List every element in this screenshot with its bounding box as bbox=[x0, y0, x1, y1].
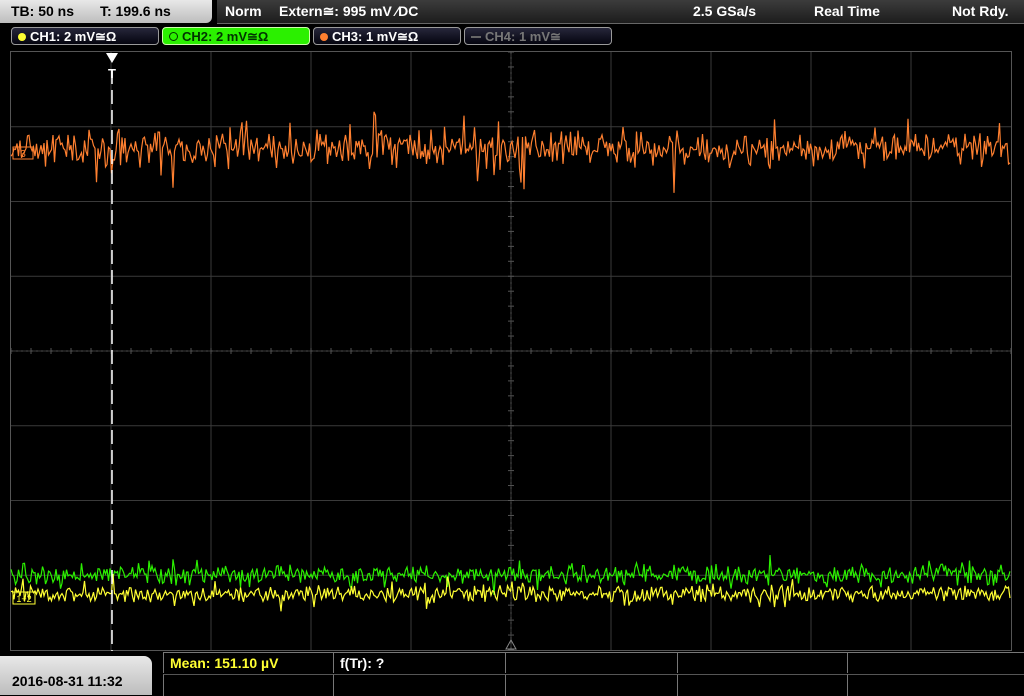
trigger-marker-label: T bbox=[108, 66, 116, 81]
channel-3-offset-label: 3 bbox=[20, 149, 26, 160]
graticule bbox=[10, 51, 1012, 651]
measurement-slot-10[interactable] bbox=[847, 674, 1024, 696]
measurement-slot-4[interactable] bbox=[677, 653, 847, 673]
frequency-measurement[interactable]: f(Tr): ? bbox=[333, 653, 505, 673]
measurement-slot-3[interactable] bbox=[505, 653, 677, 673]
measurement-slot-9[interactable] bbox=[677, 674, 847, 696]
measurement-panel: Mean: 151.10 µV f(Tr): ? bbox=[163, 652, 1024, 696]
timestamp: 2016-08-31 11:32 bbox=[12, 673, 123, 689]
measurement-slot-6[interactable] bbox=[163, 674, 333, 696]
measurement-slot-5[interactable] bbox=[847, 653, 1024, 673]
trigger-position-marker-icon[interactable] bbox=[106, 53, 118, 63]
timestamp-panel: 2016-08-31 11:32 bbox=[0, 656, 152, 695]
mean-measurement[interactable]: Mean: 151.10 µV bbox=[163, 653, 333, 673]
waveform-canvas: T 3 1+2 bbox=[10, 51, 1012, 651]
channel-12-offset-label: 1+2 bbox=[16, 594, 31, 604]
measurement-slot-7[interactable] bbox=[333, 674, 505, 696]
measurement-slot-8[interactable] bbox=[505, 674, 677, 696]
